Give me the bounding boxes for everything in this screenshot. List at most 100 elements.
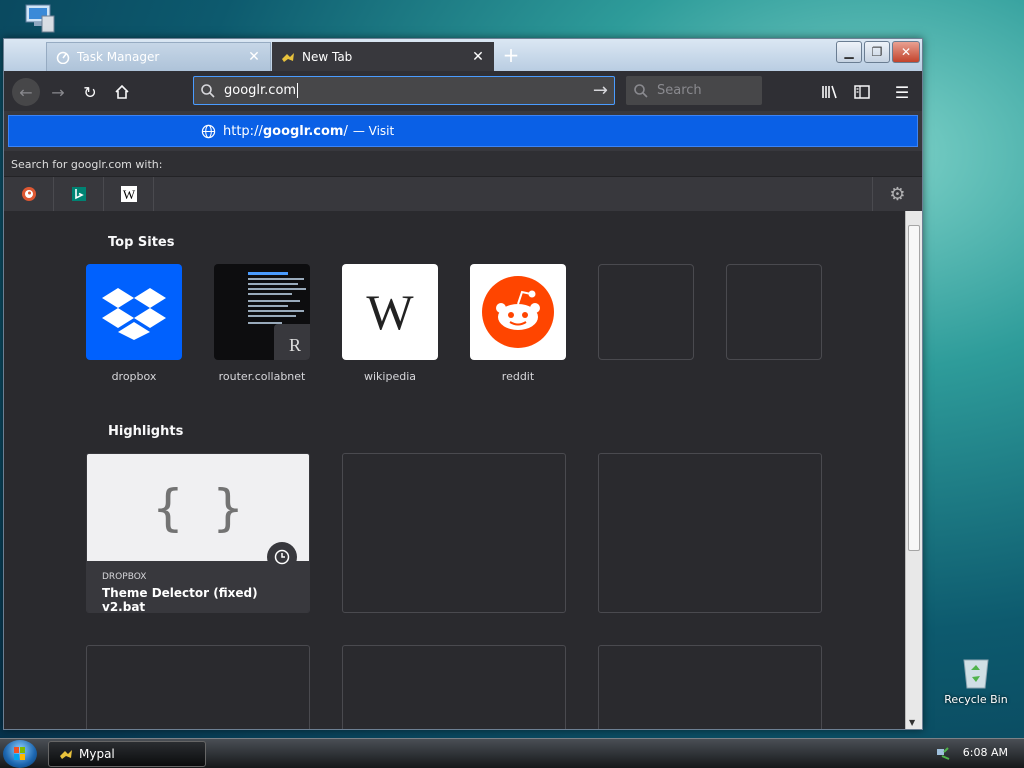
- vertical-scrollbar[interactable]: ▼: [905, 211, 922, 729]
- globe-icon: [201, 124, 216, 138]
- empty-tile: [726, 264, 822, 360]
- suggestion-action: — Visit: [352, 124, 395, 138]
- navigation-toolbar: ← → ↻ googlr.com → Search ☰: [4, 71, 922, 111]
- new-tab-page: Top Sites dropbox R router.collabnet W w…: [4, 211, 922, 729]
- start-button[interactable]: [3, 740, 37, 768]
- suggestion-prefix: http://: [223, 123, 263, 139]
- menu-button[interactable]: ☰: [888, 78, 916, 106]
- highlight-source: DROPBOX: [102, 572, 147, 582]
- reload-icon: ↻: [83, 82, 97, 102]
- windows-logo-icon: [14, 747, 25, 760]
- tab-label: New Tab: [302, 49, 353, 64]
- taskbar-item-mypal[interactable]: Mypal: [48, 741, 206, 767]
- new-tab-button[interactable]: +: [500, 44, 522, 66]
- clock-icon: [267, 542, 297, 572]
- suggestion-domain: googlr.com: [262, 123, 344, 139]
- text-cursor: [297, 83, 299, 98]
- highlight-card-footer: DROPBOX Theme Delector (fixed) v2.bat: [87, 542, 309, 613]
- tab-label: Task Manager: [77, 50, 160, 64]
- reddit-icon: [470, 264, 566, 360]
- highlight-card[interactable]: { } DROPBOX Theme Delector (fixed) v2.ba…: [86, 453, 310, 613]
- top-site-dropbox[interactable]: dropbox: [86, 264, 182, 383]
- search-icon: [201, 83, 215, 98]
- window-controls: ▁ ❐ ✕: [836, 41, 920, 63]
- top-site-router-collabnet[interactable]: R router.collabnet: [214, 264, 310, 383]
- screenshot-thumbnail: R: [214, 264, 310, 360]
- address-bar[interactable]: googlr.com →: [193, 76, 615, 105]
- search-box[interactable]: Search: [626, 76, 762, 105]
- arrow-right-icon: →: [51, 82, 65, 102]
- top-site-reddit[interactable]: reddit: [470, 264, 566, 383]
- dropbox-icon: [86, 264, 182, 360]
- highlight-empty: [342, 453, 566, 613]
- search-with-label: Search for googlr.com with:: [4, 151, 922, 177]
- tab-task-manager[interactable]: Task Manager ✕: [46, 42, 271, 71]
- close-tab-icon[interactable]: ✕: [470, 49, 486, 65]
- gear-icon: ⚙: [889, 183, 906, 205]
- wikipedia-engine-button[interactable]: W: [104, 177, 154, 211]
- search-icon: [634, 83, 648, 98]
- recycle-bin[interactable]: Recycle Bin: [938, 652, 1014, 706]
- bing-icon: [71, 187, 86, 201]
- empty-tile: [598, 264, 694, 360]
- highlight-empty: [342, 645, 566, 729]
- home-icon: [115, 84, 129, 99]
- scroll-down-arrow-icon[interactable]: ▼: [909, 718, 915, 727]
- top-site-empty[interactable]: [726, 264, 822, 360]
- top-site-wikipedia[interactable]: W wikipedia: [342, 264, 438, 383]
- tab-strip: Task Manager ✕ New Tab ✕ + ▁ ❐ ✕: [4, 39, 922, 71]
- computer-icon: [25, 4, 55, 33]
- library-icon: [822, 85, 837, 99]
- highlights-title: Highlights: [108, 424, 184, 439]
- wikipedia-icon: W: [342, 264, 438, 360]
- taskbar: Mypal 6:08 AM: [0, 738, 1024, 768]
- sidebar-icon: [854, 85, 870, 99]
- recycle-bin-icon: [963, 659, 989, 689]
- mypal-icon: [60, 750, 72, 759]
- network-tray-icon[interactable]: [936, 746, 950, 763]
- top-site-label: dropbox: [111, 370, 157, 383]
- scrollbar-thumb[interactable]: [908, 225, 920, 551]
- code-braces-icon: { }: [152, 478, 244, 537]
- forward-button[interactable]: →: [44, 78, 72, 106]
- maximize-button[interactable]: ❐: [864, 41, 890, 63]
- hamburger-icon: ☰: [894, 82, 910, 102]
- wikipedia-icon: W: [120, 186, 137, 202]
- site-badge: R: [274, 324, 310, 360]
- svg-text:W: W: [122, 187, 135, 202]
- bing-engine-button[interactable]: [54, 177, 104, 211]
- duckduckgo-engine-button[interactable]: [4, 177, 54, 211]
- top-site-label: reddit: [501, 370, 535, 383]
- top-site-label: router.collabnet: [218, 370, 306, 383]
- go-arrow-icon[interactable]: →: [593, 80, 608, 101]
- system-clock[interactable]: 6:08 AM: [963, 746, 1008, 759]
- highlight-empty: [86, 645, 310, 729]
- computer-desktop-icon[interactable]: [20, 2, 60, 36]
- tab-new-tab[interactable]: New Tab ✕: [272, 42, 494, 71]
- browser-window: Task Manager ✕ New Tab ✕ + ▁ ❐ ✕ ← → ↻ g…: [3, 38, 923, 730]
- close-window-button[interactable]: ✕: [892, 41, 920, 63]
- search-placeholder: Search: [657, 83, 702, 98]
- top-site-label: wikipedia: [363, 370, 416, 383]
- sidebar-button[interactable]: [848, 78, 876, 106]
- suggestion-suffix: /: [343, 123, 348, 139]
- mypal-icon: [280, 49, 296, 65]
- top-site-empty[interactable]: [598, 264, 694, 360]
- search-settings-button[interactable]: ⚙: [872, 177, 922, 211]
- duckduckgo-icon: [21, 187, 36, 201]
- address-input[interactable]: googlr.com: [224, 83, 296, 98]
- highlight-empty: [598, 645, 822, 729]
- home-button[interactable]: [108, 78, 136, 106]
- search-engine-bar: W ⚙: [4, 177, 922, 211]
- highlight-empty: [598, 453, 822, 613]
- reload-button[interactable]: ↻: [76, 78, 104, 106]
- suggestion-visit-row[interactable]: http://googlr.com / — Visit: [8, 115, 918, 147]
- url-suggestions-popup: http://googlr.com / — Visit Search for go…: [4, 111, 922, 211]
- highlight-title: Theme Delector (fixed) v2.bat: [102, 586, 258, 613]
- minimize-button[interactable]: ▁: [836, 41, 862, 63]
- recycle-bin-label: Recycle Bin: [944, 693, 1008, 706]
- library-button[interactable]: [816, 78, 844, 106]
- close-tab-icon[interactable]: ✕: [246, 49, 262, 65]
- arrow-left-icon: ←: [19, 82, 33, 102]
- back-button[interactable]: ←: [12, 78, 40, 106]
